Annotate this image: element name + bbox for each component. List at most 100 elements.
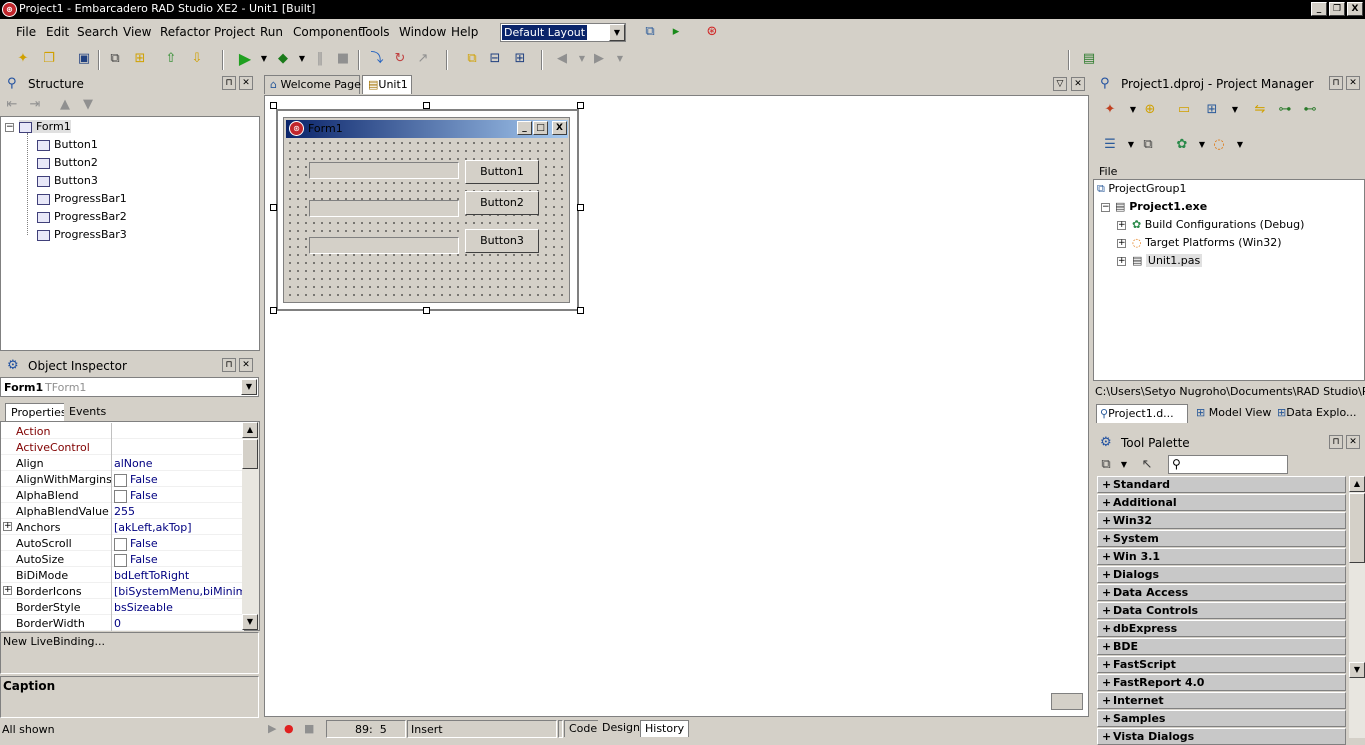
desktop-layout-select[interactable]: Default Layout ▼ bbox=[500, 23, 626, 42]
palette-category[interactable]: + Additional bbox=[1097, 494, 1346, 511]
expand-all-icon[interactable]: ⇤ bbox=[3, 96, 21, 114]
menu-run[interactable]: Run bbox=[260, 25, 283, 39]
expand-toggle[interactable]: + bbox=[1117, 221, 1126, 230]
close-icon[interactable]: ✕ bbox=[239, 76, 253, 90]
expand-toggle[interactable]: + bbox=[3, 586, 12, 595]
pin-icon[interactable]: ⊓ bbox=[222, 76, 236, 90]
resize-handle[interactable] bbox=[270, 204, 277, 211]
tree-node-progressbar3[interactable]: ProgressBar3 bbox=[37, 228, 127, 241]
app-icon[interactable]: ⊛ bbox=[2, 2, 17, 17]
new-icon[interactable]: ✦ bbox=[14, 50, 32, 68]
palette-category[interactable]: + Data Access bbox=[1097, 584, 1346, 601]
collapse-toggle[interactable]: − bbox=[5, 123, 14, 132]
save-desktop-icon[interactable]: ⧉ bbox=[641, 23, 659, 41]
file-column-header[interactable]: File bbox=[1094, 163, 1365, 180]
step-over-icon[interactable]: ↻ bbox=[391, 50, 409, 68]
tree-node-button1[interactable]: Button1 bbox=[37, 138, 98, 151]
scroll-up-icon[interactable]: ▲ bbox=[1349, 476, 1365, 492]
chevron-down-icon[interactable]: ▼ bbox=[609, 24, 625, 41]
palette-category[interactable]: + BDE bbox=[1097, 638, 1346, 655]
tab-properties[interactable]: Properties bbox=[5, 403, 73, 422]
list-view-icon[interactable]: ☰ bbox=[1101, 136, 1119, 154]
tab-data-explorer[interactable]: ⊞Data Explo... bbox=[1274, 404, 1360, 423]
property-row[interactable]: Action bbox=[1, 423, 244, 439]
tab-events[interactable]: Events bbox=[64, 403, 112, 422]
resize-handle[interactable] bbox=[577, 102, 584, 109]
checkbox[interactable] bbox=[114, 537, 127, 551]
config-chevron-down-icon[interactable]: ▼ bbox=[1193, 136, 1211, 154]
save-icon[interactable]: ▣ bbox=[75, 50, 93, 68]
menu-project[interactable]: Project bbox=[214, 25, 255, 39]
close-icon[interactable]: ✕ bbox=[1346, 435, 1360, 449]
scroll-up-icon[interactable]: ▲ bbox=[242, 422, 258, 438]
open-folder-icon[interactable]: ▭ bbox=[1175, 101, 1193, 119]
tab-project-manager[interactable]: ⚲Project1.d... bbox=[1096, 404, 1188, 423]
progressbar1[interactable] bbox=[309, 162, 459, 179]
tab-history[interactable]: History bbox=[640, 720, 690, 737]
stop-icon[interactable]: ■ bbox=[334, 50, 352, 68]
project-options-icon[interactable]: ⧉ bbox=[1139, 136, 1157, 154]
palette-category[interactable]: + Samples bbox=[1097, 710, 1346, 727]
property-value[interactable]: False bbox=[114, 537, 242, 551]
collapse-toggle[interactable]: − bbox=[1101, 203, 1110, 212]
help-book-icon[interactable]: ▤ bbox=[1080, 50, 1098, 68]
sync-chevron-down-icon[interactable]: ▼ bbox=[1226, 101, 1244, 119]
palette-category[interactable]: + Internet bbox=[1097, 692, 1346, 709]
expand-toggle[interactable]: + bbox=[1117, 257, 1126, 266]
tree-node-form1[interactable]: Form1 bbox=[19, 120, 71, 133]
collapse-all-icon[interactable]: ⇥ bbox=[26, 96, 44, 114]
palette-search-input[interactable]: ⚲ bbox=[1168, 455, 1288, 474]
tree-node-project1[interactable]: ▤ Project1.exe bbox=[1115, 200, 1207, 213]
categories-icon[interactable]: ⧉ bbox=[1097, 456, 1115, 474]
tree-node-unit1[interactable]: ▤ Unit1.pas bbox=[1132, 254, 1203, 267]
checkbox[interactable] bbox=[114, 489, 127, 503]
tree-node-button3[interactable]: Button3 bbox=[37, 174, 98, 187]
progressbar3[interactable] bbox=[309, 237, 459, 254]
palette-category[interactable]: + FastScript bbox=[1097, 656, 1346, 673]
tab-model-view[interactable]: ⊞ Model View bbox=[1193, 404, 1275, 423]
save-all-icon[interactable]: ⧉ bbox=[106, 50, 124, 68]
close-icon[interactable]: ✕ bbox=[1346, 76, 1360, 90]
menu-edit[interactable]: Edit bbox=[46, 25, 69, 39]
back-chevron-down-icon[interactable]: ▼ bbox=[573, 50, 591, 68]
close-button[interactable]: X bbox=[1347, 2, 1363, 16]
menu-component[interactable]: Component bbox=[293, 25, 363, 39]
pin-icon[interactable]: ⊓ bbox=[1329, 435, 1343, 449]
configurations-icon[interactable]: ✿ bbox=[1173, 136, 1191, 154]
resize-handle[interactable] bbox=[577, 307, 584, 314]
compile-icon[interactable]: ⇋ bbox=[1251, 101, 1269, 119]
tree-node-progressbar1[interactable]: ProgressBar1 bbox=[37, 192, 127, 205]
editor-tabs-chevron-down-icon[interactable]: ▽ bbox=[1053, 77, 1067, 91]
run-chevron-down-icon[interactable]: ▼ bbox=[255, 50, 273, 68]
trace-into-icon[interactable]: ⤵ bbox=[368, 50, 386, 68]
minimize-button[interactable]: _ bbox=[1311, 2, 1327, 16]
property-row[interactable]: + Anchors [akLeft,akTop] bbox=[1, 519, 244, 535]
build-icon[interactable]: ⊶ bbox=[1276, 101, 1294, 119]
set-debug-desktop-icon[interactable]: ▸ bbox=[667, 23, 685, 41]
palette-category[interactable]: + System bbox=[1097, 530, 1346, 547]
stop-macro-icon[interactable]: ■ bbox=[304, 722, 314, 735]
palette-category[interactable]: + dbExpress bbox=[1097, 620, 1346, 637]
property-row[interactable]: AlignWithMargins False bbox=[1, 471, 244, 487]
menu-window[interactable]: Window bbox=[399, 25, 446, 39]
record-macro-icon[interactable]: ● bbox=[284, 722, 294, 735]
add-file-icon[interactable]: ⇧ bbox=[162, 50, 180, 68]
property-row[interactable]: BiDiMode bdLeftToRight bbox=[1, 567, 244, 583]
property-value[interactable]: 0 bbox=[114, 617, 242, 630]
button1[interactable]: Button1 bbox=[465, 160, 539, 184]
toggle-form-unit-icon[interactable]: ⧉ bbox=[463, 50, 481, 68]
view-chevron-down-icon[interactable]: ▼ bbox=[1122, 136, 1140, 154]
tree-node-build-configurations[interactable]: ✿ Build Configurations (Debug) bbox=[1132, 218, 1304, 231]
property-row[interactable]: BorderStyle bsSizeable bbox=[1, 599, 244, 615]
tree-node-target-platforms[interactable]: ◌ Target Platforms (Win32) bbox=[1132, 236, 1282, 249]
form-minimize-button[interactable]: _ bbox=[517, 121, 532, 135]
button3[interactable]: Button3 bbox=[465, 229, 539, 253]
palette-category[interactable]: + Standard bbox=[1097, 476, 1346, 493]
designer-form-window[interactable]: ⊛ Form1 _ □ X Button1 Button2 Button3 bbox=[283, 117, 570, 303]
forward-chevron-down-icon[interactable]: ▼ bbox=[611, 50, 629, 68]
menu-file[interactable]: File bbox=[16, 25, 36, 39]
expand-toggle[interactable]: + bbox=[1117, 239, 1126, 248]
property-row[interactable]: AutoSize False bbox=[1, 551, 244, 567]
property-value[interactable]: False bbox=[114, 473, 242, 487]
tab-code[interactable]: Code bbox=[564, 720, 603, 737]
